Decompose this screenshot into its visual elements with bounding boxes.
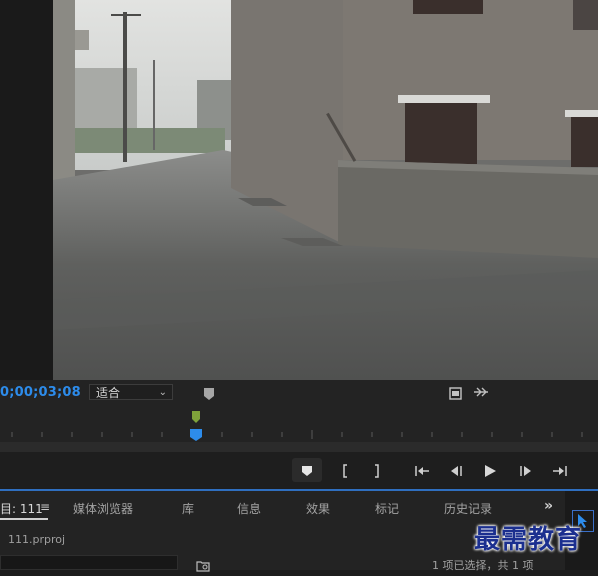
camera-icon[interactable] bbox=[449, 385, 462, 400]
zoom-scrollbar[interactable] bbox=[0, 442, 598, 452]
marker-icon[interactable] bbox=[202, 386, 216, 400]
monitor-left-strip bbox=[0, 0, 53, 380]
bin-icon[interactable] bbox=[196, 557, 210, 572]
tab-overflow-icon[interactable]: » bbox=[544, 498, 553, 514]
go-to-out-button[interactable] bbox=[545, 458, 575, 482]
mark-in-button[interactable] bbox=[330, 458, 360, 482]
step-forward-icon bbox=[520, 465, 531, 476]
playhead-timecode[interactable]: 0;00;03;08 bbox=[0, 385, 81, 400]
marker-icon bbox=[302, 465, 312, 476]
mark-out-icon bbox=[375, 463, 379, 478]
step-forward-button[interactable] bbox=[511, 458, 541, 482]
watermark-logo: 最需教育 bbox=[474, 525, 583, 555]
program-monitor-video bbox=[53, 0, 598, 380]
wrench-icon[interactable] bbox=[473, 386, 489, 398]
play-icon bbox=[485, 464, 496, 477]
selection-status: 1 项已选择，共 1 项 bbox=[432, 559, 534, 572]
tab-project[interactable]: 目: 111 bbox=[0, 500, 43, 517]
playhead-handle[interactable] bbox=[190, 426, 202, 441]
search-input[interactable] bbox=[0, 555, 178, 570]
step-back-button[interactable] bbox=[441, 458, 471, 482]
active-tab-indicator bbox=[0, 518, 48, 520]
tab-effects[interactable]: 效果 bbox=[306, 500, 330, 517]
time-ruler[interactable] bbox=[0, 406, 598, 442]
in-point-marker[interactable] bbox=[192, 408, 200, 423]
project-file-name: 111.prproj bbox=[8, 533, 66, 546]
tab-menu-icon[interactable]: ≡ bbox=[40, 500, 50, 514]
tab-history[interactable]: 历史记录 bbox=[444, 500, 492, 517]
go-to-in-icon bbox=[415, 465, 429, 476]
play-button[interactable] bbox=[475, 458, 505, 482]
mark-in-icon bbox=[343, 463, 347, 478]
tab-markers[interactable]: 标记 bbox=[375, 500, 399, 517]
go-to-out-icon bbox=[553, 465, 567, 476]
tab-libraries[interactable]: 库 bbox=[182, 500, 194, 517]
mark-out-button[interactable] bbox=[362, 458, 392, 482]
go-to-in-button[interactable] bbox=[407, 458, 437, 482]
chevron-down-icon: ⌄ bbox=[158, 387, 167, 398]
zoom-level-select[interactable]: 适合 ⌄ bbox=[89, 384, 173, 400]
tab-media-browser[interactable]: 媒体浏览器 bbox=[73, 500, 133, 517]
tab-info[interactable]: 信息 bbox=[237, 500, 261, 517]
step-back-icon bbox=[451, 465, 462, 476]
add-marker-button[interactable] bbox=[292, 458, 322, 482]
zoom-level-value: 适合 bbox=[96, 386, 121, 400]
